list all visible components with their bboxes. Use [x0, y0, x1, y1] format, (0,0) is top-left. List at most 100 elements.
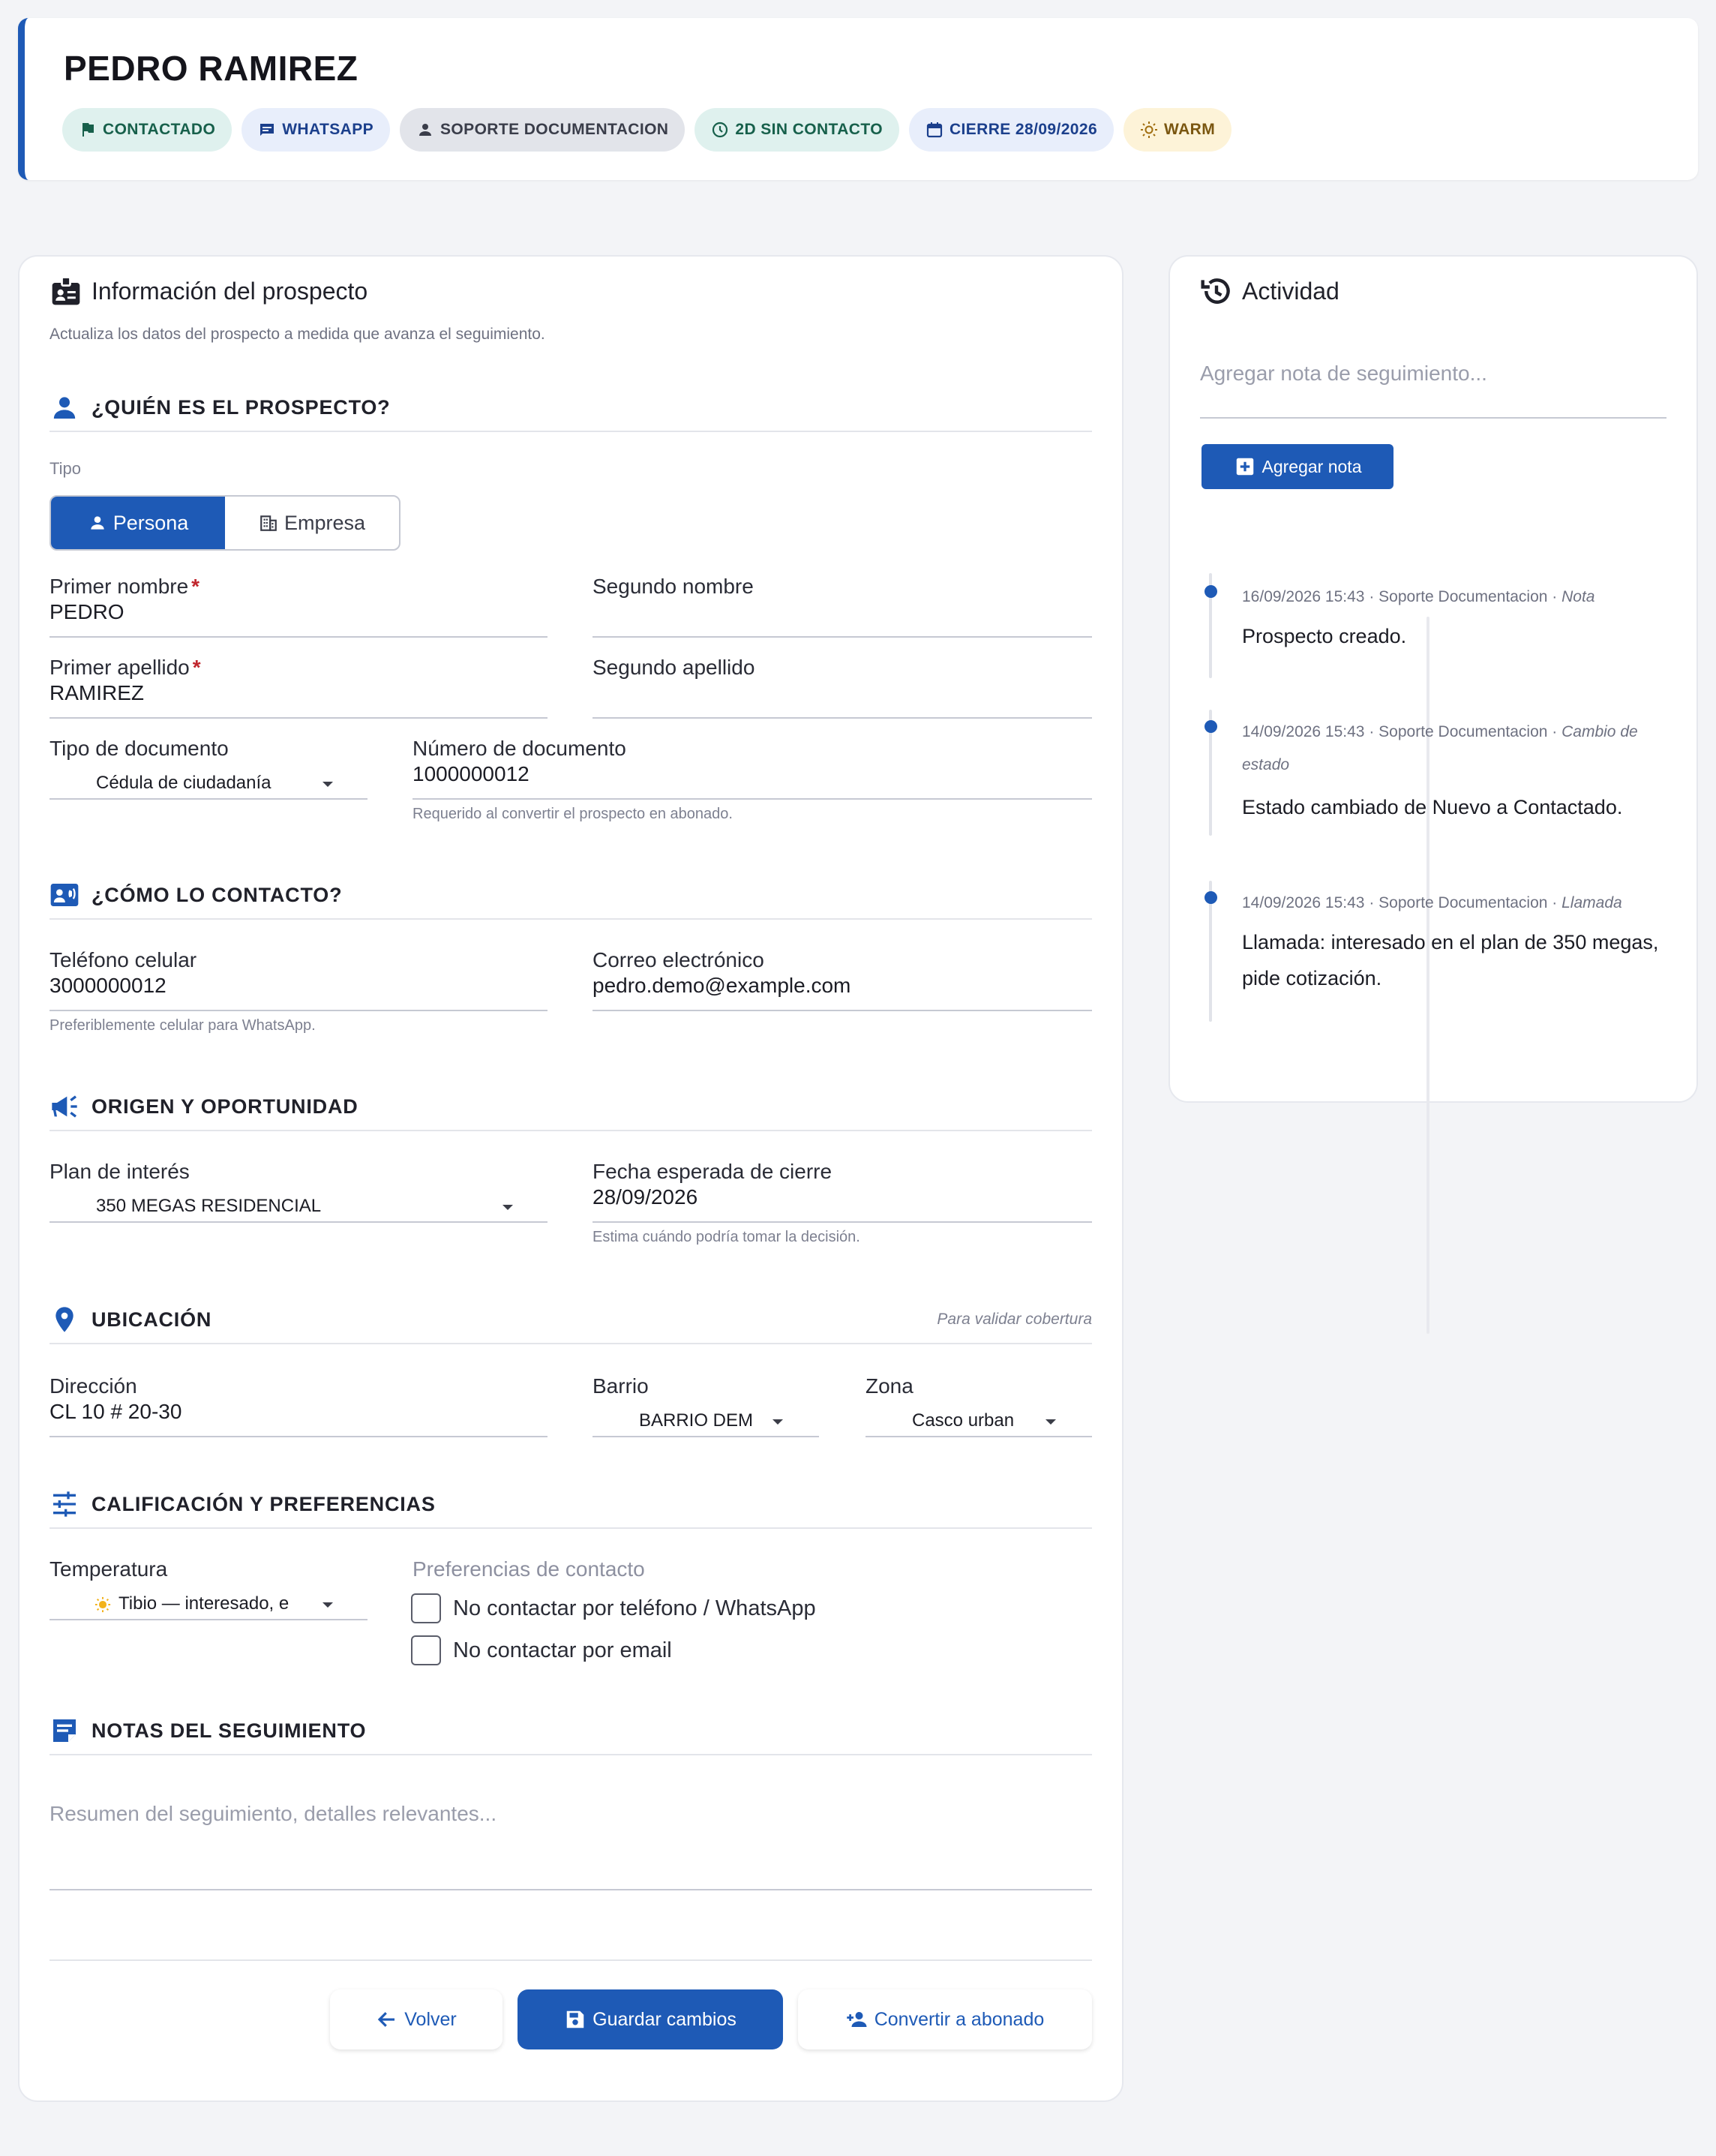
tipo-toggle: Persona Empresa	[50, 495, 400, 551]
arrow-left-icon	[378, 2012, 395, 2027]
badge-icon	[52, 276, 80, 305]
notas-textarea[interactable]: Resumen del seguimiento, detalles releva…	[50, 1802, 1092, 1890]
note-icon	[53, 1719, 76, 1742]
sun-icon	[1141, 122, 1158, 138]
direccion-underline	[50, 1436, 548, 1437]
person-icon	[53, 397, 76, 419]
tipo-empresa-option[interactable]: Empresa	[225, 497, 399, 549]
chevron-down-icon	[322, 782, 333, 787]
cierre-underline	[592, 1221, 1092, 1223]
save-button[interactable]: Guardar cambios	[518, 1989, 783, 2049]
cierre-help: Estima cuándo podría tomar la decisión.	[592, 1229, 860, 1245]
barrio-label: Barrio	[592, 1374, 649, 1398]
close-date-chip: CIERRE 28/09/2026	[908, 108, 1114, 152]
section-notes: NOTAS DEL SEGUIMIENTO	[50, 1707, 1092, 1755]
section-who: ¿QUIÉN ES EL PROSPECTO?	[50, 384, 1092, 432]
section-qualify: CALIFICACIÓN Y PREFERENCIAS	[50, 1481, 1092, 1529]
tipo-documento-select[interactable]: Cédula de ciudadanía	[50, 767, 368, 800]
primer-apellido-underline	[50, 717, 548, 719]
segundo-apellido-underline	[592, 717, 1092, 719]
event-text: Llamada: interesado en el plan de 350 me…	[1242, 931, 1659, 989]
tipo-persona-option[interactable]: Persona	[51, 497, 225, 549]
person-icon	[419, 124, 432, 136]
temperature-chip: WARM	[1124, 108, 1232, 152]
megaphone-icon	[52, 1095, 77, 1118]
add-box-icon	[1236, 458, 1253, 476]
tipo-documento-label: Tipo de documento	[50, 737, 229, 760]
telefono-field[interactable]: 3000000012	[50, 974, 166, 998]
tipo-documento-underline	[50, 798, 368, 800]
pref-no-phone-checkbox[interactable]	[411, 1593, 441, 1623]
prospect-info-subtitle: Actualiza los datos del prospecto a medi…	[50, 326, 545, 343]
prospect-info-card: Información del prospecto Actualiza los …	[18, 255, 1124, 2102]
temperatura-select[interactable]: Tibio — interesado, e	[50, 1587, 368, 1620]
lead-name-title: PEDRO RAMIREZ	[64, 49, 358, 88]
numero-documento-underline	[412, 798, 1092, 800]
plan-label: Plan de interés	[50, 1160, 190, 1183]
history-icon	[1201, 278, 1230, 304]
add-note-button[interactable]: Agregar nota	[1202, 444, 1394, 489]
segundo-nombre-label: Segundo nombre	[592, 575, 754, 598]
channel-chip: WHATSAPP	[242, 108, 391, 152]
event-text: Prospecto creado.	[1242, 625, 1407, 647]
cierre-field[interactable]: 28/09/2026	[592, 1185, 698, 1209]
pref-no-email-row[interactable]: No contactar por email	[411, 1635, 672, 1665]
chevron-down-icon	[502, 1205, 513, 1210]
tune-icon	[53, 1491, 76, 1517]
email-underline	[592, 1010, 1092, 1011]
email-field[interactable]: pedro.demo@example.com	[592, 974, 850, 998]
direccion-label: Dirección	[50, 1374, 137, 1398]
message-icon	[260, 124, 274, 136]
primer-apellido-label: Primer apellido *	[50, 656, 201, 679]
activity-title: Actividad	[1200, 275, 1340, 308]
activity-card: Actividad Agregar nota de seguimiento...…	[1168, 255, 1698, 1334]
status-chips: CONTACTADO WHATSAPP SOPORTE DOCUMENTACIO…	[62, 108, 1232, 152]
contact-card-icon	[50, 884, 79, 906]
email-label: Correo electrónico	[592, 948, 764, 971]
segundo-nombre-field[interactable]	[592, 600, 1090, 630]
event-meta: 14/09/2026 15:43 · Soporte Documentacion…	[1242, 723, 1638, 773]
zona-label: Zona	[866, 1374, 914, 1398]
numero-documento-field[interactable]: 1000000012	[412, 762, 530, 786]
timeline-dot	[1204, 891, 1217, 904]
primer-nombre-label: Primer nombre *	[50, 575, 200, 598]
segundo-apellido-field[interactable]	[592, 681, 1090, 711]
event-meta: 16/09/2026 15:43 · Soporte Documentacion…	[1242, 588, 1595, 605]
prospect-info-title: Información del prospecto	[50, 275, 368, 308]
chevron-down-icon	[1046, 1419, 1056, 1425]
cierre-label: Fecha esperada de cierre	[592, 1160, 832, 1183]
activity-note-input[interactable]: Agregar nota de seguimiento...	[1200, 347, 1666, 419]
convert-button[interactable]: Convertir a abonado	[798, 1989, 1092, 2049]
location-pin-icon	[56, 1307, 74, 1332]
telefono-label: Teléfono celular	[50, 948, 197, 971]
pref-no-email-checkbox[interactable]	[411, 1635, 441, 1665]
primer-nombre-field[interactable]: PEDRO	[50, 600, 124, 624]
clock-icon	[712, 122, 728, 138]
section-origin: ORIGEN Y OPORTUNIDAD	[50, 1083, 1092, 1131]
footer-divider	[50, 1959, 1092, 1961]
days-since-contact-chip: 2D SIN CONTACTO	[694, 108, 899, 152]
barrio-select[interactable]: BARRIO DEM	[592, 1404, 819, 1437]
zona-select[interactable]: Casco urban	[866, 1404, 1092, 1437]
direccion-field[interactable]: CL 10 # 20-30	[50, 1400, 182, 1424]
chevron-down-icon	[322, 1602, 333, 1608]
pref-no-phone-row[interactable]: No contactar por teléfono / WhatsApp	[411, 1593, 816, 1623]
numero-documento-label: Número de documento	[412, 737, 626, 760]
section-contact: ¿CÓMO LO CONTACTO?	[50, 872, 1092, 920]
back-button[interactable]: Volver	[330, 1989, 502, 2049]
section-location: UBICACIÓN Para validar cobertura	[50, 1296, 1092, 1344]
save-icon	[566, 2010, 584, 2028]
plan-underline	[50, 1221, 548, 1223]
plan-select[interactable]: 350 MEGAS RESIDENCIAL	[50, 1190, 548, 1223]
chevron-down-icon	[772, 1419, 783, 1425]
primer-nombre-underline	[50, 636, 548, 638]
telefono-help: Preferiblemente celular para WhatsApp.	[50, 1017, 316, 1034]
barrio-underline	[592, 1436, 819, 1437]
preferencias-label: Preferencias de contacto	[412, 1557, 645, 1581]
primer-apellido-field[interactable]: RAMIREZ	[50, 681, 144, 705]
zona-underline	[866, 1436, 1092, 1437]
person-icon	[91, 516, 104, 530]
person-add-icon	[846, 2012, 867, 2027]
location-hint: Para validar cobertura	[937, 1311, 1092, 1328]
segundo-apellido-label: Segundo apellido	[592, 656, 755, 679]
